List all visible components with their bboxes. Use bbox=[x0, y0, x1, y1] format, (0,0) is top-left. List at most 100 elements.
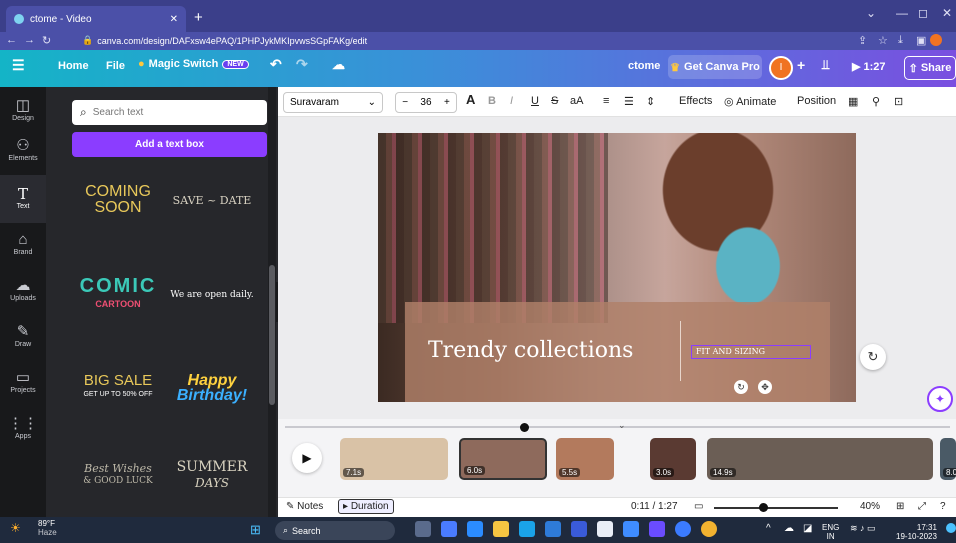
letter-case-icon[interactable]: aA bbox=[570, 95, 583, 107]
decrease-size-button[interactable]: − bbox=[402, 97, 408, 108]
zoom-slider[interactable] bbox=[714, 507, 838, 509]
share-button[interactable]: ⇧ Share bbox=[904, 56, 956, 80]
headline-text[interactable]: Trendy collections bbox=[428, 338, 633, 363]
app-icon[interactable] bbox=[571, 521, 587, 537]
preset-happy-birthday[interactable]: Happy Birthday! bbox=[162, 348, 262, 428]
tray-chevron-icon[interactable]: ^ bbox=[766, 523, 771, 534]
preset-save-date[interactable]: SAVE ~ DATE bbox=[162, 160, 262, 240]
design-page[interactable]: Trendy collections FIT AND SIZING ↻ ✥ bbox=[378, 133, 856, 402]
store-icon[interactable] bbox=[545, 521, 561, 537]
preset-big-sale[interactable]: BIG SALE GET UP TO 50% OFF bbox=[68, 348, 168, 428]
folder-icon[interactable] bbox=[493, 521, 509, 537]
panel-scrollbar-thumb[interactable] bbox=[269, 265, 275, 405]
maximize-button[interactable]: ◻ bbox=[918, 6, 928, 20]
clock[interactable]: 17:31 19-10-2023 bbox=[896, 523, 937, 541]
close-window-button[interactable]: ✕ bbox=[942, 6, 952, 20]
list-icon[interactable]: ☰ bbox=[624, 95, 634, 108]
text-color-icon[interactable]: A bbox=[466, 92, 475, 107]
playhead[interactable] bbox=[520, 423, 529, 432]
reload-icon[interactable]: ↻ bbox=[42, 34, 51, 47]
magic-assistant-icon[interactable]: ✦ bbox=[927, 386, 953, 412]
forward-icon[interactable]: → bbox=[24, 34, 35, 46]
preset-comic-cartoon[interactable]: COMIC CARTOON bbox=[68, 255, 168, 335]
minimize-button[interactable]: — bbox=[896, 6, 908, 20]
grid-view-icon[interactable]: ⊞ bbox=[896, 501, 904, 512]
redo-icon[interactable]: ↷ bbox=[296, 56, 308, 73]
refresh-icon[interactable]: ↻ bbox=[860, 344, 886, 370]
app-icon[interactable] bbox=[623, 521, 639, 537]
help-icon[interactable]: ? bbox=[940, 501, 946, 512]
selected-subline-text[interactable]: FIT AND SIZING bbox=[691, 345, 811, 359]
language-indicator[interactable]: ENG IN bbox=[822, 523, 839, 541]
preset-coming-soon[interactable]: COMING SOON bbox=[68, 160, 168, 240]
undo-icon[interactable]: ↶ bbox=[270, 56, 282, 73]
rail-item-draw[interactable]: ✎ Draw bbox=[0, 315, 46, 361]
app-tray-icon[interactable]: ◪ bbox=[803, 523, 812, 534]
url-field[interactable]: 🔒 canva.com/design/DAFxsw4ePAQ/1PHPJykMK… bbox=[82, 35, 367, 46]
windows-start-icon[interactable]: ⊞ bbox=[250, 522, 261, 538]
chrome-icon[interactable] bbox=[701, 521, 717, 537]
cloud-saved-icon[interactable]: ☁ bbox=[332, 57, 345, 73]
vscode-icon[interactable] bbox=[467, 521, 483, 537]
profile-icon[interactable] bbox=[930, 34, 942, 46]
monitor-icon[interactable]: ▭ bbox=[694, 501, 703, 512]
spacing-icon[interactable]: ⇕ bbox=[646, 95, 655, 108]
document-name[interactable]: ctome bbox=[628, 60, 660, 72]
media-icon[interactable] bbox=[675, 521, 691, 537]
search-text-input[interactable]: ⌕ Search text bbox=[72, 100, 267, 125]
preset-best-wishes[interactable]: Best Wishes & GOOD LUCK bbox=[68, 435, 168, 515]
network-volume-battery-icon[interactable]: ≋ ♪ ▭ bbox=[850, 523, 876, 534]
taskbar-search[interactable]: ⌕ Search bbox=[275, 521, 395, 540]
move-handle-icon[interactable]: ✥ bbox=[758, 380, 772, 394]
effects-button[interactable]: Effects bbox=[679, 95, 712, 107]
rotate-handle-icon[interactable]: ↻ bbox=[734, 380, 748, 394]
rail-item-uploads[interactable]: ☁ Uploads bbox=[0, 269, 46, 315]
chevron-down-icon[interactable]: ⌄ bbox=[618, 420, 626, 431]
bold-icon[interactable]: B bbox=[488, 95, 496, 107]
timeline-clip[interactable]: 7.1s bbox=[340, 438, 448, 480]
timeline-clip[interactable]: 6.0s bbox=[459, 438, 547, 480]
close-tab-icon[interactable]: ✕ bbox=[170, 14, 178, 25]
notification-icon[interactable] bbox=[946, 523, 956, 533]
home-menu[interactable]: Home bbox=[58, 60, 89, 72]
rail-item-elements[interactable]: ⚇ Elements bbox=[0, 131, 46, 175]
share-page-icon[interactable]: ⇪ bbox=[858, 34, 867, 47]
increase-size-button[interactable]: + bbox=[444, 97, 450, 108]
get-canva-pro-button[interactable]: ♛ Get Canva Pro bbox=[668, 55, 762, 79]
sidepanel-icon[interactable]: ▣ bbox=[916, 34, 926, 47]
preset-open-daily[interactable]: We are open daily. bbox=[162, 255, 262, 335]
rail-item-projects[interactable]: ▭ Projects bbox=[0, 361, 46, 407]
browser-tab[interactable]: ctome - Video ✕ bbox=[6, 6, 186, 32]
font-size-stepper[interactable]: − 36 + bbox=[395, 92, 457, 113]
font-size-value[interactable]: 36 bbox=[420, 97, 431, 108]
add-collaborator-button[interactable]: + bbox=[797, 57, 805, 73]
star-icon[interactable]: ☆ bbox=[878, 34, 888, 47]
cloud-icon[interactable]: ☁ bbox=[784, 523, 794, 534]
notes-button[interactable]: ✎ Notes bbox=[286, 501, 323, 512]
add-text-box-button[interactable]: Add a text box bbox=[72, 132, 267, 157]
file-menu[interactable]: File bbox=[106, 60, 125, 72]
duration-button[interactable]: ▸ Duration bbox=[338, 499, 394, 514]
new-tab-button[interactable]: + bbox=[194, 9, 203, 26]
hamburger-icon[interactable]: ☰ bbox=[12, 57, 25, 74]
present-play-button[interactable]: ▶ 1:27 bbox=[852, 60, 886, 73]
chevron-down-icon[interactable]: ⌄ bbox=[866, 6, 876, 20]
rail-item-text[interactable]: T Text bbox=[0, 175, 46, 223]
meet-icon[interactable] bbox=[441, 521, 457, 537]
paint-roller-icon[interactable]: ⚲ bbox=[872, 95, 880, 108]
zoom-slider-knob[interactable] bbox=[759, 503, 768, 512]
weather-widget[interactable]: 89°F Haze bbox=[38, 519, 57, 537]
edge-icon[interactable] bbox=[519, 521, 535, 537]
zoom-level[interactable]: 40% bbox=[860, 501, 880, 512]
animate-button[interactable]: ◎ Animate bbox=[724, 95, 776, 108]
strikethrough-icon[interactable]: S bbox=[551, 95, 558, 107]
position-button[interactable]: Position bbox=[797, 95, 836, 107]
magic-switch-button[interactable]: ● Magic Switch NEW bbox=[138, 58, 249, 70]
back-icon[interactable]: ← bbox=[6, 34, 17, 46]
notepad-icon[interactable] bbox=[597, 521, 613, 537]
transparency-icon[interactable]: ▦ bbox=[848, 95, 858, 108]
rail-item-design[interactable]: ◫ Design bbox=[0, 87, 46, 131]
font-selector[interactable]: Suravaram ⌄ bbox=[283, 92, 383, 113]
timeline-clip[interactable]: 5.5s bbox=[556, 438, 614, 480]
preset-summer-days[interactable]: SUMMER DAYS bbox=[162, 435, 262, 515]
